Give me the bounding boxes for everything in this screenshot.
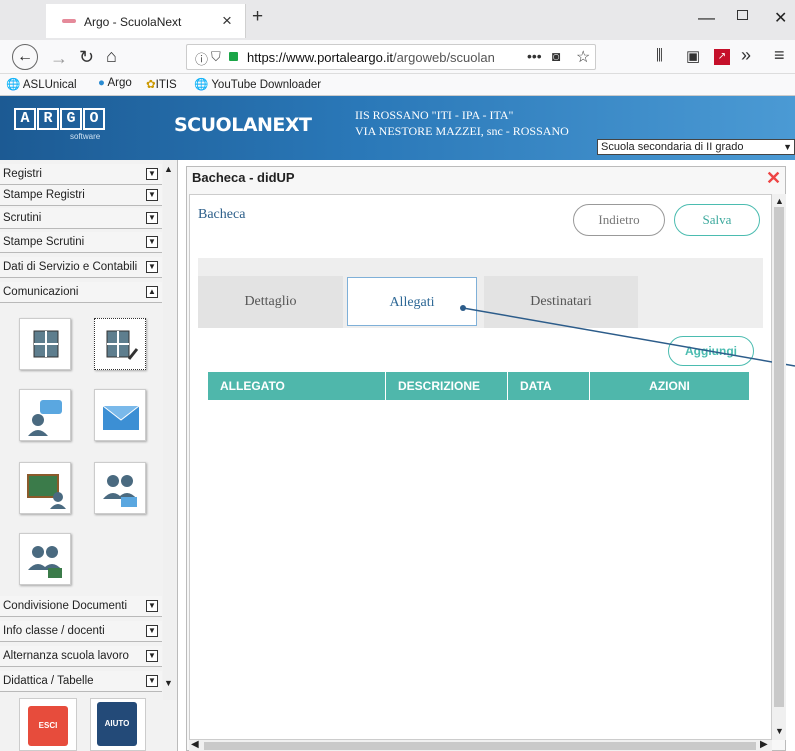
horizontal-scroll-thumb[interactable] [204, 742, 756, 750]
scroll-up-icon[interactable]: ▲ [775, 196, 784, 206]
vertical-scroll-thumb[interactable] [774, 207, 784, 707]
scroll-left-icon[interactable]: ◀ [191, 739, 199, 750]
scroll-right-icon[interactable]: ▶ [760, 739, 768, 750]
annotation-arrow [460, 305, 795, 367]
scroll-down-icon[interactable]: ▼ [775, 726, 784, 736]
